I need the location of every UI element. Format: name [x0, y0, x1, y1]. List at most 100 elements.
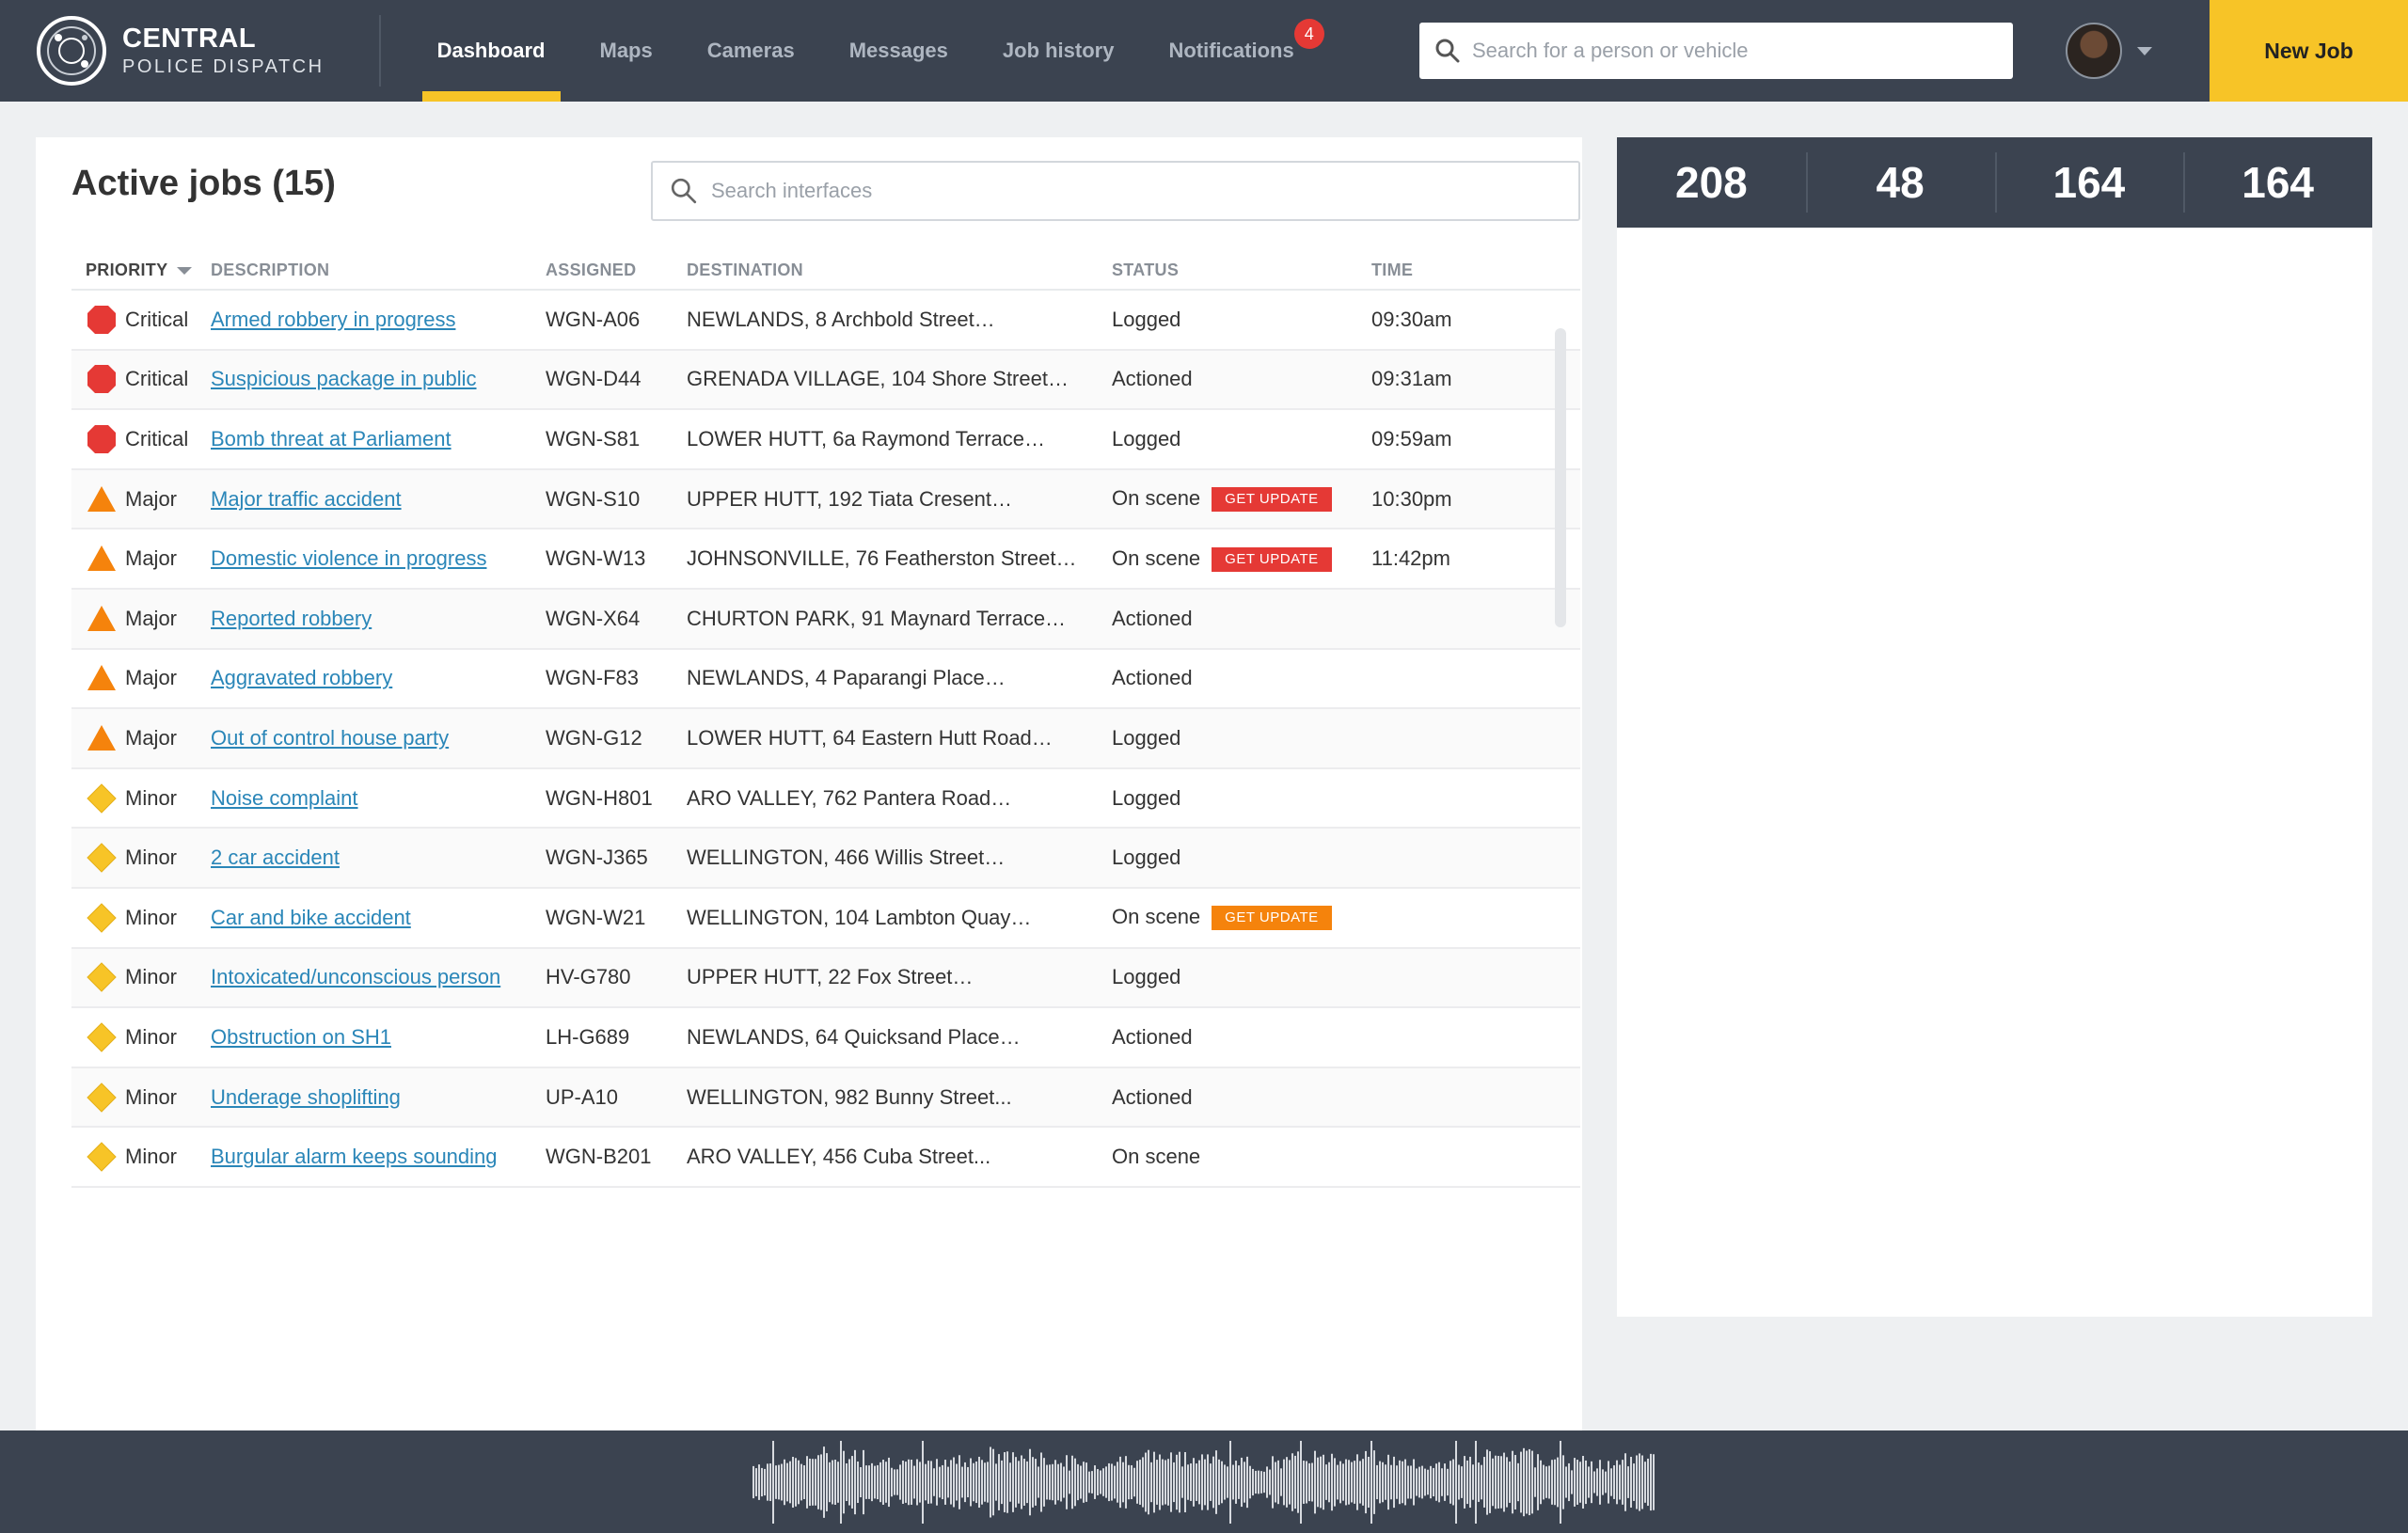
job-description-link[interactable]: Car and bike accident	[211, 906, 411, 929]
table-row[interactable]: Minor Noise complaint WGN-H801 ARO VALLE…	[71, 767, 1580, 830]
chevron-down-icon[interactable]	[2137, 47, 2152, 55]
priority-cell: Major	[71, 588, 211, 650]
status-cell: Logged	[1112, 290, 1371, 351]
table-row[interactable]: Minor Obstruction on SH1 LH-G689 NEWLAND…	[71, 1007, 1580, 1068]
table-row[interactable]: Critical Armed robbery in progress WGN-A…	[71, 290, 1580, 351]
destination-cell: NEWLANDS, 8 Archbold Street…	[687, 290, 1112, 351]
search-icon	[1435, 39, 1460, 63]
nav-maps[interactable]: Maps	[585, 0, 668, 102]
table-row[interactable]: Major Reported robbery WGN-X64 CHURTON P…	[71, 588, 1580, 650]
job-description-link[interactable]: Major traffic accident	[211, 487, 402, 511]
get-update-button[interactable]: GET UPDATE	[1212, 546, 1332, 572]
critical-octagon-icon	[86, 423, 118, 455]
time-cell	[1371, 947, 1580, 1009]
table-row[interactable]: Minor Intoxicated/unconscious person HV-…	[71, 947, 1580, 1009]
description-cell: Intoxicated/unconscious person	[211, 947, 546, 1009]
assigned-cell: WGN-F83	[546, 648, 687, 710]
table-row[interactable]: Minor Underage shoplifting UP-A10 WELLIN…	[71, 1067, 1580, 1129]
major-triangle-icon	[86, 603, 118, 635]
nav-dashboard[interactable]: Dashboard	[421, 0, 561, 102]
time-cell: 11:42pm	[1371, 529, 1580, 590]
critical-octagon-icon	[86, 363, 118, 395]
nav-messages[interactable]: Messages	[834, 0, 963, 102]
job-description-link[interactable]: Underage shoplifting	[211, 1085, 401, 1109]
status-label: Logged	[1112, 785, 1181, 810]
get-update-button[interactable]: GET UPDATE	[1212, 906, 1332, 931]
user-avatar[interactable]	[2066, 23, 2122, 79]
audio-waveform[interactable]	[752, 1438, 1656, 1526]
job-description-link[interactable]: Intoxicated/unconscious person	[211, 965, 500, 988]
table-row[interactable]: Minor 2 car accident WGN-J365 WELLINGTON…	[71, 828, 1580, 889]
table-scrollbar[interactable]	[1555, 328, 1566, 627]
status-label: Actioned	[1112, 1084, 1193, 1109]
job-description-link[interactable]: Suspicious package in public	[211, 367, 477, 390]
nav-cameras[interactable]: Cameras	[692, 0, 810, 102]
status-label: Actioned	[1112, 666, 1193, 690]
interface-search-input[interactable]	[711, 179, 1578, 203]
priority-cell: Minor	[71, 1007, 211, 1068]
destination-cell: LOWER HUTT, 64 Eastern Hutt Road…	[687, 708, 1112, 769]
person-vehicle-search	[1419, 23, 2013, 79]
stat-value: 164	[2183, 137, 2372, 228]
assigned-cell: WGN-X64	[546, 588, 687, 650]
minor-diamond-icon	[86, 1141, 118, 1173]
table-row[interactable]: Critical Suspicious package in public WG…	[71, 349, 1580, 411]
status-cell: Logged	[1112, 947, 1371, 1009]
status-cell: Logged	[1112, 708, 1371, 769]
assigned-cell: WGN-S81	[546, 409, 687, 470]
description-cell: Underage shoplifting	[211, 1067, 546, 1129]
column-header-priority[interactable]: PRIORITY	[71, 252, 211, 291]
time-cell: 09:59am	[1371, 409, 1580, 470]
job-description-link[interactable]: Bomb threat at Parliament	[211, 427, 452, 450]
time-cell: 09:30am	[1371, 290, 1580, 351]
job-description-link[interactable]: Obstruction on SH1	[211, 1025, 391, 1049]
police-badge-icon	[37, 16, 106, 86]
destination-cell: LOWER HUTT, 6a Raymond Terrace…	[687, 409, 1112, 470]
priority-cell: Major	[71, 648, 211, 710]
job-description-link[interactable]: Burgular alarm keeps sounding	[211, 1145, 498, 1168]
assigned-cell: HV-G780	[546, 947, 687, 1009]
table-row[interactable]: Major Domestic violence in progress WGN-…	[71, 529, 1580, 590]
stat-value: 208	[1675, 158, 1748, 207]
job-description-link[interactable]: Armed robbery in progress	[211, 308, 455, 331]
nav-job-history[interactable]: Job history	[988, 0, 1130, 102]
table-row[interactable]: Major Major traffic accident WGN-S10 UPP…	[71, 468, 1580, 530]
job-description-link[interactable]: Reported robbery	[211, 607, 372, 630]
destination-cell: UPPER HUTT, 22 Fox Street…	[687, 947, 1112, 1009]
status-cell: On scene GET UPDATE	[1112, 887, 1371, 949]
status-label: Logged	[1112, 426, 1181, 450]
job-description-link[interactable]: 2 car accident	[211, 846, 340, 869]
brand-logo[interactable]: CENTRAL POLICE DISPATCH	[36, 0, 325, 102]
destination-cell: WELLINGTON, 466 Willis Street…	[687, 828, 1112, 889]
status-cell: Logged	[1112, 828, 1371, 889]
job-description-link[interactable]: Aggravated robbery	[211, 666, 392, 689]
job-description-link[interactable]: Domestic violence in progress	[211, 546, 486, 570]
job-description-link[interactable]: Noise complaint	[211, 786, 358, 810]
top-nav-bar: CENTRAL POLICE DISPATCH Dashboard Maps C…	[0, 0, 2408, 102]
description-cell: Obstruction on SH1	[211, 1007, 546, 1068]
minor-diamond-icon	[86, 1082, 118, 1114]
table-row[interactable]: Major Aggravated robbery WGN-F83 NEWLAND…	[71, 648, 1580, 710]
get-update-button[interactable]: GET UPDATE	[1212, 487, 1332, 513]
priority-label: Minor	[125, 785, 178, 810]
new-job-button[interactable]: New Job	[2210, 0, 2408, 102]
table-row[interactable]: Critical Bomb threat at Parliament WGN-S…	[71, 409, 1580, 470]
destination-cell: UPPER HUTT, 192 Tiata Cresent…	[687, 468, 1112, 530]
brand-line2: POLICE DISPATCH	[122, 56, 325, 77]
status-label: On scene	[1112, 545, 1201, 570]
assigned-cell: WGN-W21	[546, 887, 687, 949]
active-jobs-panel: Active jobs (15) PRIORITY DESCRIPTION AS…	[36, 137, 1582, 1430]
description-cell: Domestic violence in progress	[211, 529, 546, 590]
nav-notifications[interactable]: Notifications 4	[1153, 0, 1324, 102]
job-description-link[interactable]: Out of control house party	[211, 726, 449, 750]
destination-cell: JOHNSONVILLE, 76 Featherston Street…	[687, 529, 1112, 590]
table-row[interactable]: Minor Car and bike accident WGN-W21 WELL…	[71, 887, 1580, 949]
stat-value: 48	[1805, 137, 1995, 228]
table-row[interactable]: Minor Burgular alarm keeps sounding WGN-…	[71, 1127, 1580, 1188]
assigned-cell: WGN-D44	[546, 349, 687, 411]
person-vehicle-search-input[interactable]	[1472, 39, 2013, 63]
time-cell	[1371, 767, 1580, 830]
table-row[interactable]: Major Out of control house party WGN-G12…	[71, 708, 1580, 769]
destination-cell: GRENADA VILLAGE, 104 Shore Street…	[687, 349, 1112, 411]
description-cell: Suspicious package in public	[211, 349, 546, 411]
